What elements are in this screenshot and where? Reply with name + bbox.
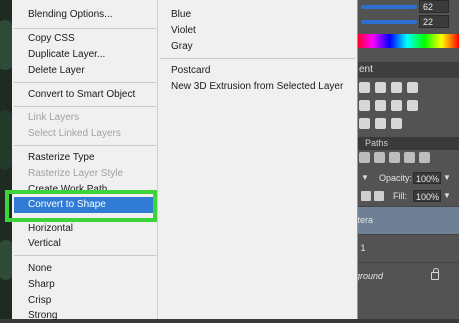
menu-item-crisp[interactable]: Crisp bbox=[28, 294, 51, 308]
adjust-filter-icon[interactable] bbox=[374, 152, 385, 163]
hue-icon[interactable] bbox=[375, 100, 386, 111]
lock-all-icon[interactable] bbox=[374, 191, 384, 201]
color-slider-row[interactable]: 22 bbox=[355, 15, 459, 29]
image-filter-icon[interactable] bbox=[359, 152, 370, 163]
slider-value[interactable]: 62 bbox=[419, 0, 449, 13]
opacity-label: Opacity: bbox=[379, 173, 413, 183]
shape-filter-icon[interactable] bbox=[404, 152, 415, 163]
color-slider[interactable] bbox=[361, 20, 417, 24]
menu-item-postcard[interactable]: Postcard bbox=[171, 64, 210, 78]
exposure-icon[interactable] bbox=[407, 82, 418, 93]
menu-separator bbox=[160, 58, 355, 59]
photoshop-side-panel: 62 22 ent Paths ▼ Opacity: 100% ▼ Fill: … bbox=[355, 0, 459, 319]
menu-separator bbox=[14, 82, 156, 83]
menu-item-select-linked-layers: Select Linked Layers bbox=[28, 128, 121, 139]
fill-label: Fill: bbox=[393, 191, 407, 201]
menu-item-delete-layer[interactable]: Delete Layer bbox=[28, 64, 85, 78]
color-slider-row[interactable]: 62 bbox=[355, 0, 459, 14]
menu-item-rasterize-type[interactable]: Rasterize Type bbox=[28, 151, 95, 165]
layer-context-menu: Blending Options... Copy CSS Duplicate L… bbox=[12, 0, 160, 321]
menu-item-none[interactable]: None bbox=[28, 262, 52, 276]
tab-paths[interactable]: Paths bbox=[365, 137, 388, 150]
threshold-icon[interactable] bbox=[391, 118, 402, 129]
menu-item-rasterize-layer-style: Rasterize Layer Style bbox=[28, 168, 124, 179]
menu-separator bbox=[14, 106, 156, 107]
opacity-dropdown-arrow[interactable]: ▼ bbox=[443, 172, 451, 184]
color-submenu: Blue Violet Gray Postcard New 3D Extrusi… bbox=[157, 0, 358, 319]
posterize-icon[interactable] bbox=[375, 118, 386, 129]
layer-name: ground bbox=[355, 271, 384, 281]
menu-separator bbox=[14, 145, 156, 146]
opacity-input[interactable]: 100% bbox=[413, 172, 441, 184]
curves-icon[interactable] bbox=[391, 82, 402, 93]
color-slider[interactable] bbox=[361, 5, 417, 9]
brightness-icon[interactable] bbox=[359, 82, 370, 93]
opacity-row: ▼ Opacity: 100% ▼ bbox=[355, 170, 459, 186]
fill-row: Fill: 100% ▼ bbox=[355, 188, 459, 204]
adjustment-icons bbox=[359, 82, 455, 96]
menu-item-duplicate-layer[interactable]: Duplicate Layer... bbox=[28, 48, 105, 62]
balance-icon[interactable] bbox=[391, 100, 402, 111]
layer-row[interactable]: r 1 bbox=[355, 234, 459, 262]
invert-icon[interactable] bbox=[359, 118, 370, 129]
menu-item-blending-options[interactable]: Blending Options... bbox=[28, 8, 113, 22]
vibrance-icon[interactable] bbox=[359, 100, 370, 111]
adjustments-tab[interactable]: ent bbox=[355, 62, 459, 78]
levels-icon[interactable] bbox=[375, 82, 386, 93]
menu-item-copy-css[interactable]: Copy CSS bbox=[28, 32, 75, 46]
adjustment-icons bbox=[359, 118, 455, 132]
menu-item-vertical[interactable]: Vertical bbox=[28, 237, 61, 251]
menu-item-blue[interactable]: Blue bbox=[171, 8, 191, 22]
menu-item-new-3d-extrusion[interactable]: New 3D Extrusion from Selected Layer bbox=[171, 80, 343, 94]
menu-separator bbox=[14, 28, 156, 29]
menu-item-convert-smart-object[interactable]: Convert to Smart Object bbox=[28, 88, 135, 102]
layer-filter-icons bbox=[359, 152, 455, 166]
menu-separator bbox=[14, 255, 156, 256]
slider-value[interactable]: 22 bbox=[419, 15, 449, 28]
menu-item-violet[interactable]: Violet bbox=[171, 24, 196, 38]
fill-dropdown-arrow[interactable]: ▼ bbox=[443, 190, 451, 202]
menu-item-sharp[interactable]: Sharp bbox=[28, 278, 55, 292]
menu-item-gray[interactable]: Gray bbox=[171, 40, 193, 54]
color-spectrum[interactable] bbox=[355, 34, 459, 48]
menu-item-strong[interactable]: Strong bbox=[28, 309, 57, 323]
layers-tab-bar: Paths bbox=[355, 137, 459, 150]
annotation-highlight-box bbox=[5, 190, 157, 222]
layer-row-selected[interactable]: ttera bbox=[355, 206, 459, 234]
layer-row[interactable]: ground bbox=[355, 262, 459, 290]
menu-item-horizontal[interactable]: Horizontal bbox=[28, 222, 73, 236]
blend-dropdown-arrow[interactable]: ▼ bbox=[361, 172, 369, 184]
lock-pixels-icon[interactable] bbox=[361, 191, 371, 201]
adjustment-icons bbox=[359, 100, 455, 114]
menu-item-link-layers: Link Layers bbox=[28, 112, 80, 123]
type-filter-icon[interactable] bbox=[389, 152, 400, 163]
smart-filter-icon[interactable] bbox=[419, 152, 430, 163]
bw-icon[interactable] bbox=[407, 100, 418, 111]
fill-input[interactable]: 100% bbox=[413, 190, 441, 202]
lock-icon bbox=[431, 268, 439, 280]
